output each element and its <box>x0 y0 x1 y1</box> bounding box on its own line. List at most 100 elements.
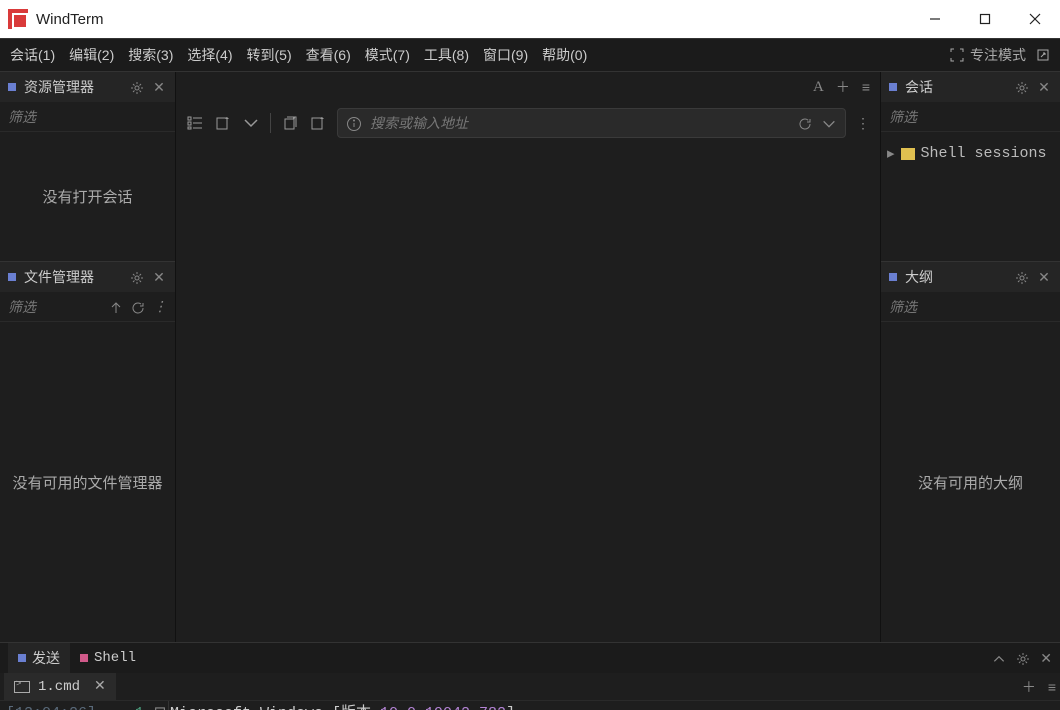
menu-lines-icon[interactable]: ≡ <box>862 79 870 95</box>
close-icon[interactable]: ✕ <box>1036 269 1052 286</box>
outline-filter[interactable]: 筛选 <box>881 292 1060 322</box>
gear-icon[interactable] <box>1014 79 1030 95</box>
popout-icon[interactable] <box>1036 48 1050 62</box>
explorer-title: 资源管理器 <box>24 77 123 97</box>
tab-close-icon[interactable]: ✕ <box>94 678 106 695</box>
refresh-icon[interactable] <box>131 298 145 314</box>
filter-label: 筛选 <box>8 297 101 317</box>
menu-session[interactable]: 会话(1) <box>10 45 55 65</box>
filemgr-empty-text: 没有可用的文件管理器 <box>12 472 162 493</box>
gear-icon[interactable] <box>129 269 145 285</box>
up-arrow-icon[interactable] <box>109 298 123 314</box>
bottom-panel: 发送 Shell ✕ 1.cmd ✕ ＋ ≡ [13:04:26] 1 ⊟ Mi… <box>0 642 1060 710</box>
urlbar[interactable] <box>337 108 846 138</box>
left-sidebar: 资源管理器 ✕ 筛选 没有打开会话 文件管理器 ✕ 筛选 ⋮ <box>0 72 176 642</box>
center-area: A ＋ ≡ ⋮ <box>176 72 880 642</box>
app-logo-icon <box>8 9 28 29</box>
close-icon[interactable]: ✕ <box>1036 79 1052 96</box>
menu-window[interactable]: 窗口(9) <box>483 45 528 65</box>
menu-edit[interactable]: 编辑(2) <box>69 45 114 65</box>
session-toolicons <box>186 113 327 133</box>
explorer-body: 没有打开会话 <box>0 132 175 261</box>
maximize-button[interactable] <box>960 0 1010 38</box>
filemgr-toolbar: 筛选 ⋮ <box>0 292 175 322</box>
session-item-label: Shell sessions <box>921 145 1047 162</box>
add-icon[interactable]: ＋ <box>836 77 850 97</box>
line-number: 1 <box>110 703 150 710</box>
filemgr-title: 文件管理器 <box>24 267 123 287</box>
menu-goto[interactable]: 转到(5) <box>247 45 292 65</box>
sessions-filter[interactable]: 筛选 <box>881 102 1060 132</box>
explorer-panel: 资源管理器 ✕ 筛选 没有打开会话 <box>0 72 175 262</box>
bottom-tabs: 发送 Shell ✕ <box>0 643 1060 673</box>
right-sidebar: 会话 ✕ 筛选 ▸ Shell sessions 大纲 ✕ <box>880 72 1060 642</box>
panel-dot-icon <box>8 83 16 91</box>
focus-mode-label: 专注模式 <box>970 45 1026 65</box>
filemgr-body: 没有可用的文件管理器 <box>0 322 175 642</box>
list-icon[interactable] <box>186 114 204 132</box>
url-input[interactable] <box>370 115 789 131</box>
tab-send[interactable]: 发送 <box>8 643 70 673</box>
outline-panel: 大纲 ✕ 筛选 没有可用的大纲 <box>881 262 1060 642</box>
terminal-line: [13:04:26] 1 ⊟ Microsoft Windows [版本 10.… <box>0 703 1060 710</box>
panel-dot-icon <box>889 83 897 91</box>
menu-search[interactable]: 搜索(3) <box>128 45 173 65</box>
collapse-triangle-icon[interactable]: ▸ <box>887 144 895 163</box>
panel-dot-icon <box>80 654 88 662</box>
menubar: 会话(1) 编辑(2) 搜索(3) 选择(4) 转到(5) 查看(6) 模式(7… <box>0 38 1060 72</box>
terminal-tab-label: 1.cmd <box>38 679 80 695</box>
close-icon[interactable]: ✕ <box>151 79 167 96</box>
panel-dot-icon <box>889 273 897 281</box>
gear-icon[interactable] <box>129 79 145 95</box>
minimize-button[interactable] <box>910 0 960 38</box>
folder-icon <box>901 148 915 160</box>
reload-icon[interactable] <box>797 114 813 131</box>
chevron-up-icon[interactable] <box>992 650 1006 666</box>
fold-icon[interactable]: ⊟ <box>150 703 170 710</box>
menu-mode[interactable]: 模式(7) <box>365 45 410 65</box>
terminal-tab[interactable]: 1.cmd ✕ <box>4 673 116 700</box>
panel-dot-icon <box>18 654 26 662</box>
gear-icon[interactable] <box>1014 269 1030 285</box>
menu-select[interactable]: 选择(4) <box>187 45 232 65</box>
session-item[interactable]: ▸ Shell sessions <box>885 140 1056 167</box>
divider <box>270 113 271 133</box>
sessions-header: 会话 ✕ <box>881 72 1060 102</box>
terminal-tabs: 1.cmd ✕ ＋ ≡ <box>0 673 1060 701</box>
close-icon[interactable]: ✕ <box>1040 650 1052 667</box>
center-toolbar: A ＋ ≡ <box>176 72 880 102</box>
menu-view[interactable]: 查看(6) <box>306 45 351 65</box>
focus-mode-button[interactable]: 专注模式 <box>950 45 1026 65</box>
explorer-header: 资源管理器 ✕ <box>0 72 175 102</box>
explorer-filter[interactable]: 筛选 <box>0 102 175 132</box>
chevron-down-icon[interactable] <box>242 114 260 132</box>
more-icon[interactable]: ⋮ <box>856 115 870 132</box>
menu-tool[interactable]: 工具(8) <box>424 45 469 65</box>
more-icon[interactable]: ⋮ <box>153 298 167 315</box>
tab-shell[interactable]: Shell <box>70 643 146 673</box>
copy-plus-icon[interactable] <box>281 114 299 132</box>
center-main <box>176 144 880 642</box>
tab-shell-label: Shell <box>94 650 136 666</box>
gear-icon[interactable] <box>1016 650 1030 666</box>
filemgr-panel: 文件管理器 ✕ 筛选 ⋮ 没有可用的文件管理器 <box>0 262 175 642</box>
terminal-body[interactable]: [13:04:26] 1 ⊟ Microsoft Windows [版本 10.… <box>0 701 1060 710</box>
newtab-plus-icon[interactable] <box>309 114 327 132</box>
filter-label: 筛选 <box>8 107 167 127</box>
outline-title: 大纲 <box>905 267 1008 287</box>
tab-send-label: 发送 <box>32 648 60 668</box>
menu-help[interactable]: 帮助(0) <box>542 45 587 65</box>
add-icon[interactable]: ＋ <box>1022 677 1036 697</box>
sessions-title: 会话 <box>905 77 1008 97</box>
chevron-down-icon[interactable] <box>821 114 837 131</box>
gutter-line <box>168 701 169 710</box>
font-icon[interactable]: A <box>813 79 824 96</box>
filemgr-header: 文件管理器 ✕ <box>0 262 175 292</box>
terminal-icon <box>14 681 30 693</box>
url-row: ⋮ <box>176 102 880 144</box>
new-plus-icon[interactable] <box>214 114 232 132</box>
close-button[interactable] <box>1010 0 1060 38</box>
close-icon[interactable]: ✕ <box>151 269 167 286</box>
titlebar: WindTerm <box>0 0 1060 38</box>
menu-lines-icon[interactable]: ≡ <box>1048 679 1056 695</box>
